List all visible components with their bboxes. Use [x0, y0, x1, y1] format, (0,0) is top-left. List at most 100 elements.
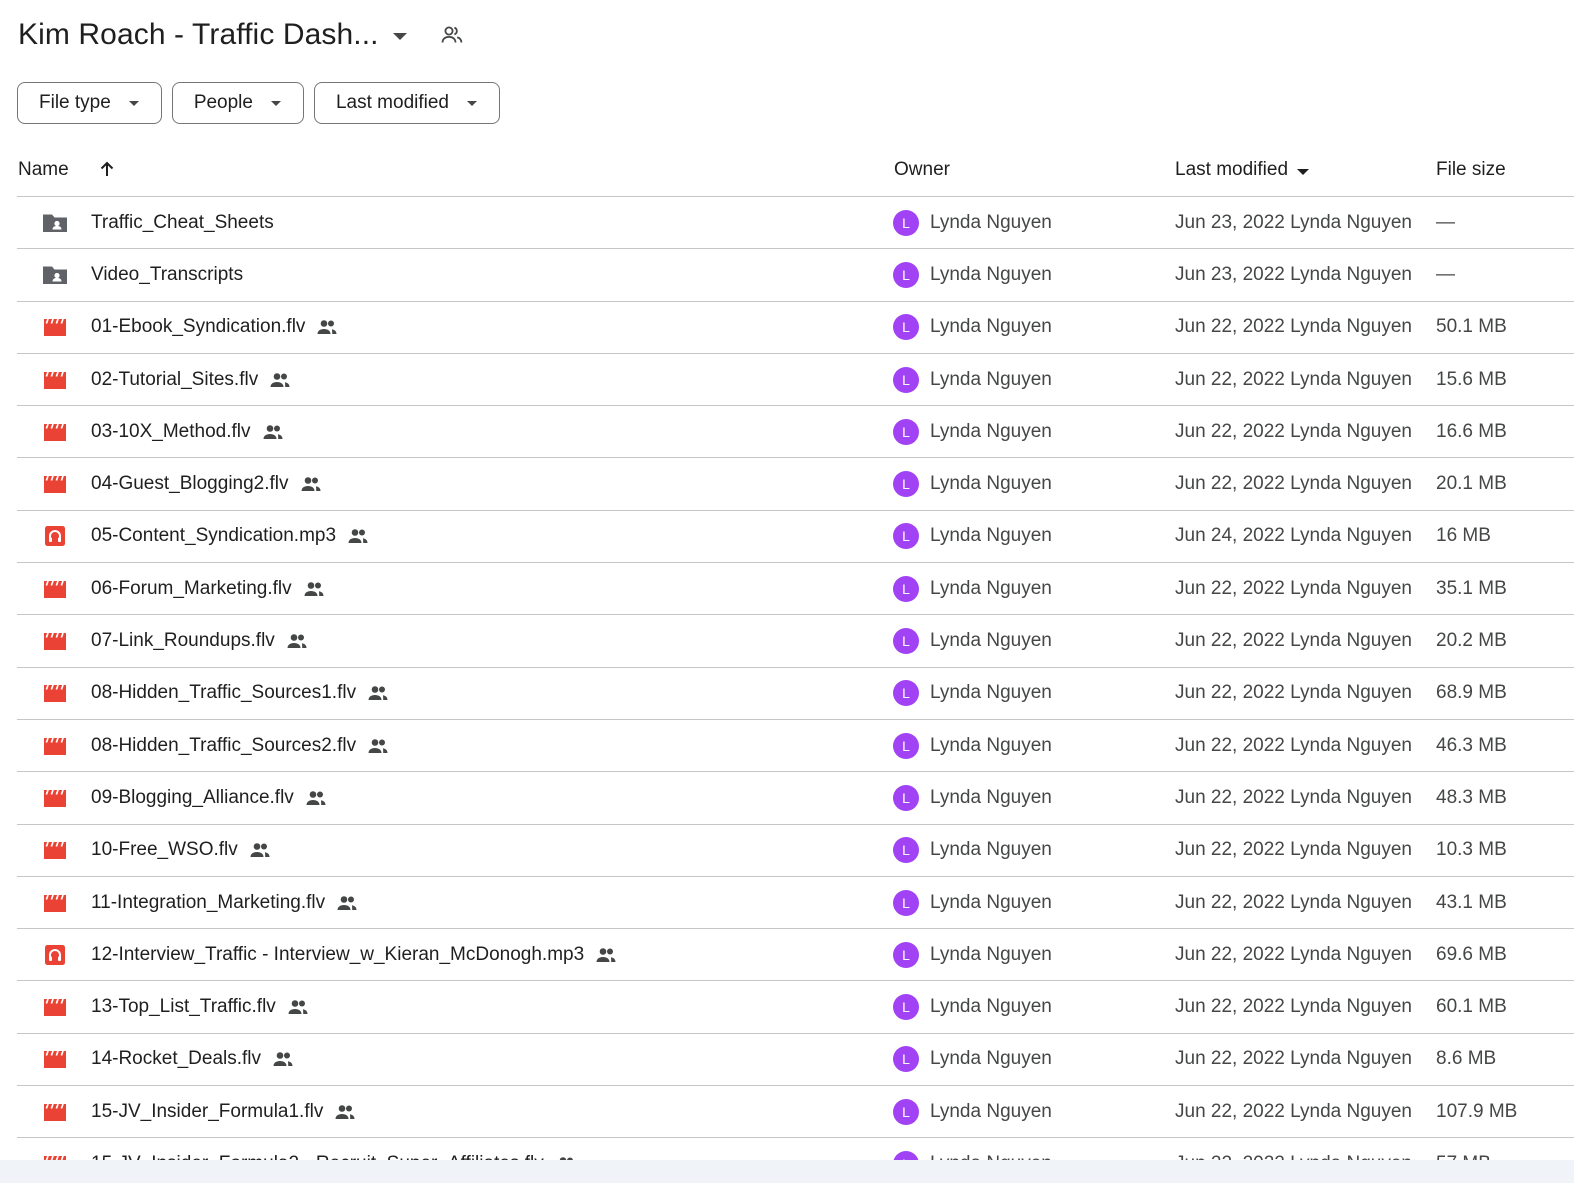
file-name-cell[interactable]: Traffic_Cheat_Sheets — [91, 197, 274, 248]
filter-chips: File type People Last modified — [17, 82, 500, 124]
last-modified-filter-label: Last modified — [335, 92, 449, 113]
owner-cell: L Lynda Nguyen — [893, 406, 1052, 457]
file-name: Traffic_Cheat_Sheets — [91, 211, 274, 233]
table-row[interactable]: 01-Ebook_Syndication.flv L Lynda Nguyen Jun… — [17, 302, 1574, 354]
shared-people-icon — [262, 424, 284, 440]
video-file-icon — [41, 877, 69, 928]
file-name: 02-Tutorial_Sites.flv — [91, 368, 259, 390]
table-row[interactable]: 11-Integration_Marketing.flv L Lynda Nguye… — [17, 877, 1574, 930]
file-name-cell[interactable]: 08-Hidden_Traffic_Sources2.flv — [91, 720, 389, 771]
file-size-cell: 16.6 MB — [1436, 420, 1507, 442]
file-size-cell: 48.3 MB — [1436, 786, 1507, 808]
owner-name: Lynda Nguyen — [930, 473, 1052, 495]
table-row[interactable]: 12-Interview_Traffic - Interview_w_Kiera… — [17, 929, 1574, 982]
owner-name: Lynda Nguyen — [930, 577, 1052, 599]
name-column-header[interactable]: Name — [18, 159, 69, 181]
table-row[interactable]: 08-Hidden_Traffic_Sources1.flv L Lynda Ngu… — [17, 668, 1574, 720]
file-size-cell: 8.6 MB — [1436, 1048, 1497, 1070]
table-row[interactable]: 04-Guest_Blogging2.flv L Lynda Nguyen Jun 2… — [17, 458, 1574, 511]
owner-column-header[interactable]: Owner — [894, 159, 950, 181]
file-name-cell[interactable]: 12-Interview_Traffic - Interview_w_Kiera… — [91, 929, 617, 980]
folder-header: Kim Roach - Traffic Dash... — [18, 14, 464, 56]
file-size-column-header[interactable]: File size — [1436, 159, 1506, 181]
file-name-cell[interactable]: 13-Top_List_Traffic.flv — [91, 981, 309, 1032]
file-name-cell[interactable]: 04-Guest_Blogging2.flv — [91, 458, 322, 509]
owner-name: Lynda Nguyen — [930, 525, 1052, 547]
file-type-filter-chip[interactable]: File type — [17, 82, 162, 124]
avatar: L — [893, 994, 919, 1021]
video-file-icon — [41, 1034, 69, 1085]
file-size-cell: 20.1 MB — [1436, 473, 1507, 495]
people-filter-chip[interactable]: People — [171, 82, 304, 124]
chevron-down-icon — [270, 100, 281, 106]
file-name-cell[interactable]: 07-Link_Roundups.flv — [91, 615, 308, 666]
file-name-cell[interactable]: 14-Rocket_Deals.flv — [91, 1034, 294, 1085]
table-row[interactable]: 03-10X_Method.flv L Lynda Nguyen Jun 22, 20… — [17, 406, 1574, 459]
table-row[interactable]: 09-Blogging_Alliance.flv L Lynda Nguyen Jun… — [17, 772, 1574, 825]
table-row[interactable]: 06-Forum_Marketing.flv L Lynda Nguyen Jun 2… — [17, 563, 1574, 616]
last-modified-cell: Jun 22, 2022 Lynda Nguyen — [1175, 891, 1412, 913]
owner-cell: L Lynda Nguyen — [893, 981, 1052, 1032]
avatar: L — [893, 680, 919, 707]
last-modified-column-header[interactable]: Last modified — [1175, 159, 1310, 181]
table-row[interactable]: Video_Transcripts L Lynda Nguyen Jun 23, 20… — [17, 249, 1574, 302]
last-modified-filter-chip[interactable]: Last modified — [313, 82, 500, 124]
chevron-down-icon — [128, 100, 139, 106]
table-row[interactable]: 05-Content_Syndication.mp3 L Lynda Nguyen J… — [17, 511, 1574, 564]
avatar: L — [893, 1046, 919, 1073]
owner-name: Lynda Nguyen — [930, 630, 1052, 652]
owner-name: Lynda Nguyen — [930, 996, 1052, 1018]
folder-menu-caret-icon[interactable] — [392, 33, 407, 40]
table-row[interactable]: 08-Hidden_Traffic_Sources2.flv L Lynda Ngu… — [17, 720, 1574, 773]
owner-name: Lynda Nguyen — [930, 211, 1052, 233]
table-row[interactable]: 14-Rocket_Deals.flv L Lynda Nguyen Jun 22, … — [17, 1034, 1574, 1087]
file-name-cell[interactable]: 11-Integration_Marketing.flv — [91, 877, 358, 928]
file-name: 07-Link_Roundups.flv — [91, 630, 275, 652]
audio-file-icon — [41, 511, 69, 562]
folder-title[interactable]: Kim Roach - Traffic Dash... — [18, 18, 379, 52]
shared-folder-icon — [41, 197, 69, 248]
people-filter-label: People — [193, 92, 253, 113]
file-name: 09-Blogging_Alliance.flv — [91, 786, 294, 808]
file-name: 13-Top_List_Traffic.flv — [91, 996, 276, 1018]
file-name-cell[interactable]: 01-Ebook_Syndication.flv — [91, 302, 338, 353]
last-modified-cell: Jun 22, 2022 Lynda Nguyen — [1175, 630, 1412, 652]
file-name-cell[interactable]: 02-Tutorial_Sites.flv — [91, 354, 291, 405]
owner-cell: L Lynda Nguyen — [893, 825, 1052, 876]
owner-name: Lynda Nguyen — [930, 1048, 1052, 1070]
owner-cell: L Lynda Nguyen — [893, 511, 1052, 562]
table-row[interactable]: 02-Tutorial_Sites.flv L Lynda Nguyen Jun 22… — [17, 354, 1574, 407]
owner-name: Lynda Nguyen — [930, 316, 1052, 338]
table-row[interactable]: 13-Top_List_Traffic.flv L Lynda Nguyen Jun … — [17, 981, 1574, 1034]
last-modified-cell: Jun 22, 2022 Lynda Nguyen — [1175, 786, 1412, 808]
video-file-icon — [41, 825, 69, 876]
shared-people-icon — [287, 999, 309, 1015]
last-modified-cell: Jun 23, 2022 Lynda Nguyen — [1175, 263, 1412, 285]
owner-cell: L Lynda Nguyen — [893, 668, 1052, 719]
table-row[interactable]: 10-Free_WSO.flv L Lynda Nguyen Jun 22, 2022… — [17, 825, 1574, 877]
file-name-cell[interactable]: Video_Transcripts — [91, 249, 243, 300]
file-size-cell: 10.3 MB — [1436, 839, 1507, 861]
video-file-icon — [41, 1086, 69, 1137]
file-name-cell[interactable]: 03-10X_Method.flv — [91, 406, 284, 457]
table-row[interactable]: 07-Link_Roundups.flv L Lynda Nguyen Jun 22,… — [17, 615, 1574, 668]
file-name-cell[interactable]: 08-Hidden_Traffic_Sources1.flv — [91, 668, 389, 719]
file-type-filter-label: File type — [39, 92, 111, 113]
avatar: L — [893, 732, 919, 759]
file-name-cell[interactable]: 10-Free_WSO.flv — [91, 825, 271, 876]
owner-name: Lynda Nguyen — [930, 786, 1052, 808]
table-row[interactable]: 15-JV_Insider_Formula1.flv L Lynda Nguyen J… — [17, 1086, 1574, 1139]
file-name-cell[interactable]: 09-Blogging_Alliance.flv — [91, 772, 327, 823]
shared-people-icon — [249, 842, 271, 858]
file-list-table: Name Owner Last modified File size Traff… — [17, 144, 1574, 1183]
file-name-cell[interactable]: 05-Content_Syndication.mp3 — [91, 511, 369, 562]
table-row[interactable]: Traffic_Cheat_Sheets L Lynda Nguyen Jun 23,… — [17, 197, 1574, 250]
file-name-cell[interactable]: 06-Forum_Marketing.flv — [91, 563, 325, 614]
video-file-icon — [41, 615, 69, 666]
owner-cell: L Lynda Nguyen — [893, 563, 1052, 614]
owner-cell: L Lynda Nguyen — [893, 249, 1052, 300]
file-name-cell[interactable]: 15-JV_Insider_Formula1.flv — [91, 1086, 356, 1137]
last-modified-cell: Jun 22, 2022 Lynda Nguyen — [1175, 420, 1412, 442]
sort-ascending-arrow-icon[interactable] — [98, 160, 116, 183]
shared-folder-people-icon[interactable] — [440, 23, 464, 47]
